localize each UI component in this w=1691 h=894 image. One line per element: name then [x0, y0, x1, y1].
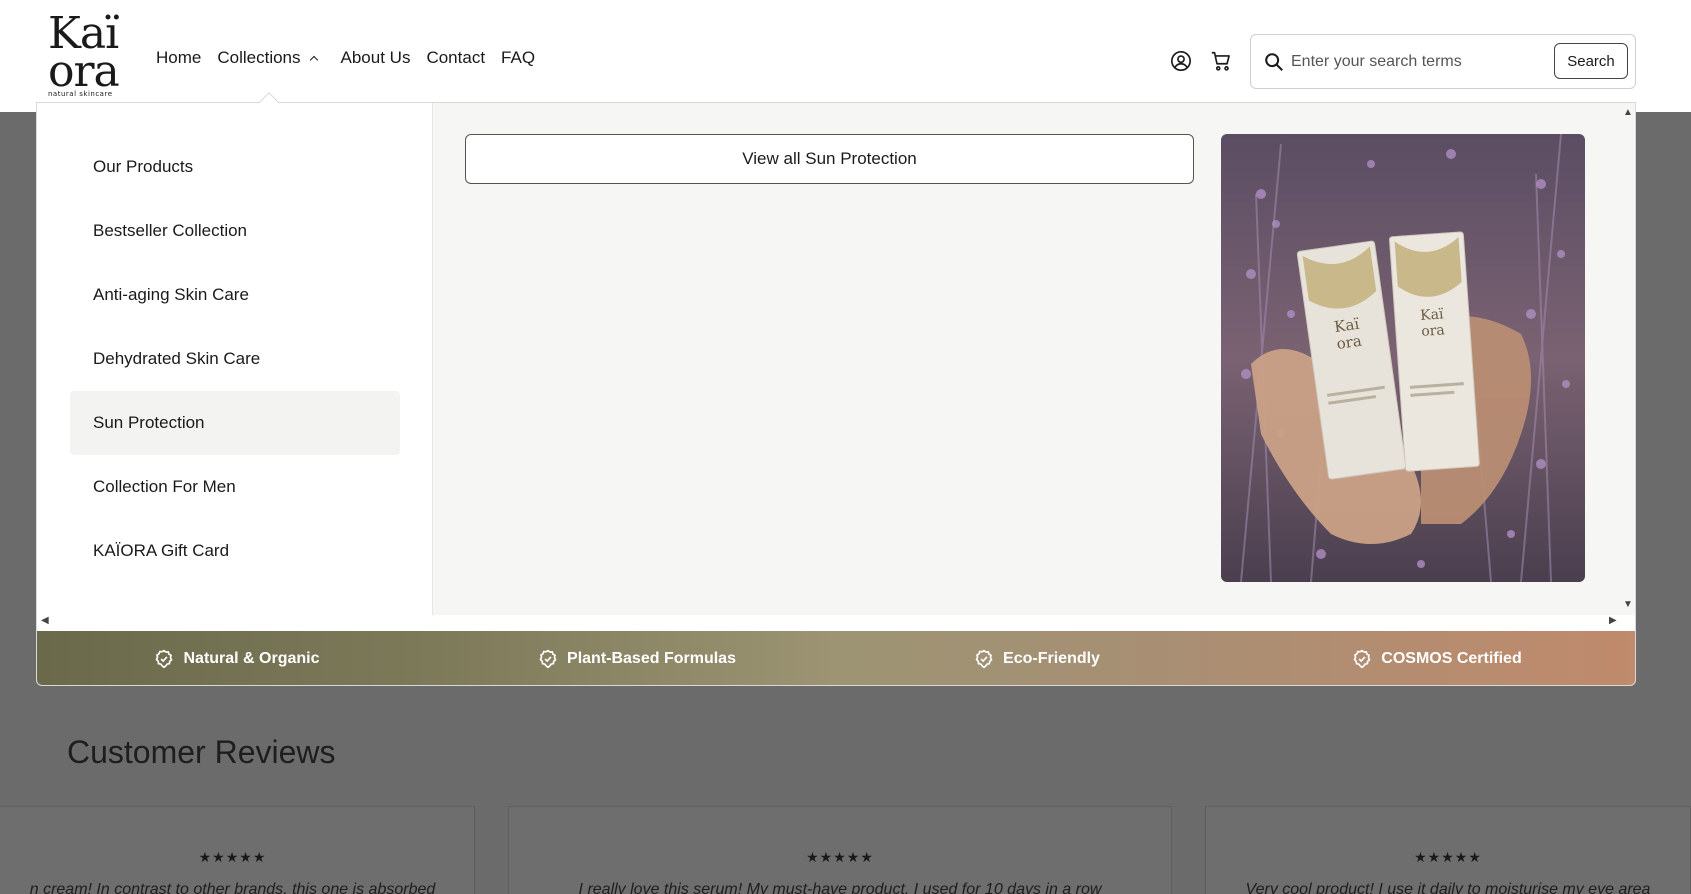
review-text: Very cool product! I use it daily to moi… [1245, 881, 1651, 894]
nav-faq[interactable]: FAQ [501, 48, 535, 68]
badge-check-icon [975, 649, 993, 669]
review-card: ★★★★★ n cream! In contrast to other bran… [0, 806, 475, 894]
account-icon[interactable] [1170, 50, 1192, 72]
logo-line-2: ora [48, 46, 120, 97]
review-text: n cream! In contrast to other brands, th… [29, 881, 436, 894]
nav-about[interactable]: About Us [341, 48, 411, 68]
search-button[interactable]: Search [1554, 43, 1628, 79]
scroll-right-arrow-icon[interactable]: ▶ [1609, 615, 1617, 626]
menu-item-dehydrated[interactable]: Dehydrated Skin Care [70, 327, 400, 391]
collections-mega-menu: Our Products Bestseller Collection Anti-… [36, 102, 1636, 686]
chevron-up-icon [309, 55, 318, 65]
review-card: ★★★★★ I really love this serum! My must-… [508, 806, 1172, 894]
menu-item-sun-protection[interactable]: Sun Protection [70, 391, 400, 455]
collections-list: Our Products Bestseller Collection Anti-… [37, 103, 433, 615]
benefit-label: Natural & Organic [183, 650, 320, 667]
badge-check-icon [155, 649, 174, 669]
benefit-item: Plant-Based Formulas [437, 631, 837, 685]
promo-image[interactable]: Kaï ora Kaï ora [1221, 134, 1585, 582]
search-input[interactable] [1291, 48, 1559, 76]
brand-logo[interactable]: Kaï ora natural skincare [48, 12, 120, 104]
benefit-label: Plant-Based Formulas [567, 650, 736, 667]
search-icon [1265, 53, 1283, 71]
review-card: ★★★★★ Very cool product! I use it daily … [1205, 806, 1691, 894]
scroll-down-arrow-icon[interactable]: ▼ [1623, 599, 1633, 610]
nav-contact[interactable]: Contact [426, 48, 485, 68]
collection-detail-panel: View all Sun Protection Kaï ora Kaï ora [433, 103, 1635, 615]
review-stars: ★★★★★ [1414, 849, 1482, 865]
benefit-label: Eco-Friendly [1003, 650, 1100, 667]
search-box: Search [1250, 34, 1636, 89]
logo-tagline: natural skincare [48, 90, 113, 98]
menu-item-anti-aging[interactable]: Anti-aging Skin Care [70, 263, 400, 327]
benefit-item: COSMOS Certified [1237, 631, 1635, 685]
site-header: Kaï ora natural skincare Home Collection… [0, 0, 1691, 112]
benefit-item: Natural & Organic [37, 631, 437, 685]
benefits-bar: Natural & Organic Plant-Based Formulas E… [37, 631, 1635, 685]
promo-box-right-logo-top: Kaï [1420, 306, 1445, 324]
scroll-left-arrow-icon[interactable]: ◀ [41, 615, 49, 626]
menu-item-our-products[interactable]: Our Products [70, 135, 400, 199]
main-nav: Home Collections About Us Contact FAQ [156, 48, 551, 68]
benefit-label: COSMOS Certified [1381, 650, 1522, 667]
menu-item-bestseller[interactable]: Bestseller Collection [70, 199, 400, 263]
scroll-up-arrow-icon[interactable]: ▲ [1623, 107, 1633, 118]
promo-box-right-logo-bottom: ora [1421, 322, 1446, 340]
reviews-title: Customer Reviews [67, 734, 336, 770]
cart-icon[interactable] [1210, 50, 1232, 72]
promo-illustration: Kaï ora Kaï ora [1221, 134, 1585, 582]
menu-item-gift-card[interactable]: KAÏORA Gift Card [70, 519, 400, 583]
view-all-button[interactable]: View all Sun Protection [465, 134, 1194, 184]
menu-item-men[interactable]: Collection For Men [70, 455, 400, 519]
benefit-item: Eco-Friendly [837, 631, 1237, 685]
badge-check-icon [1353, 649, 1371, 669]
badge-check-icon [539, 649, 557, 669]
review-text: I really love this serum! My must-have p… [578, 881, 1102, 894]
nav-collections[interactable]: Collections [217, 48, 318, 68]
promo-box-left-logo-bottom: ora [1335, 332, 1362, 353]
review-stars: ★★★★★ [198, 849, 267, 865]
nav-collections-label: Collections [217, 48, 301, 67]
review-stars: ★★★★★ [806, 849, 874, 865]
nav-home[interactable]: Home [156, 48, 201, 68]
